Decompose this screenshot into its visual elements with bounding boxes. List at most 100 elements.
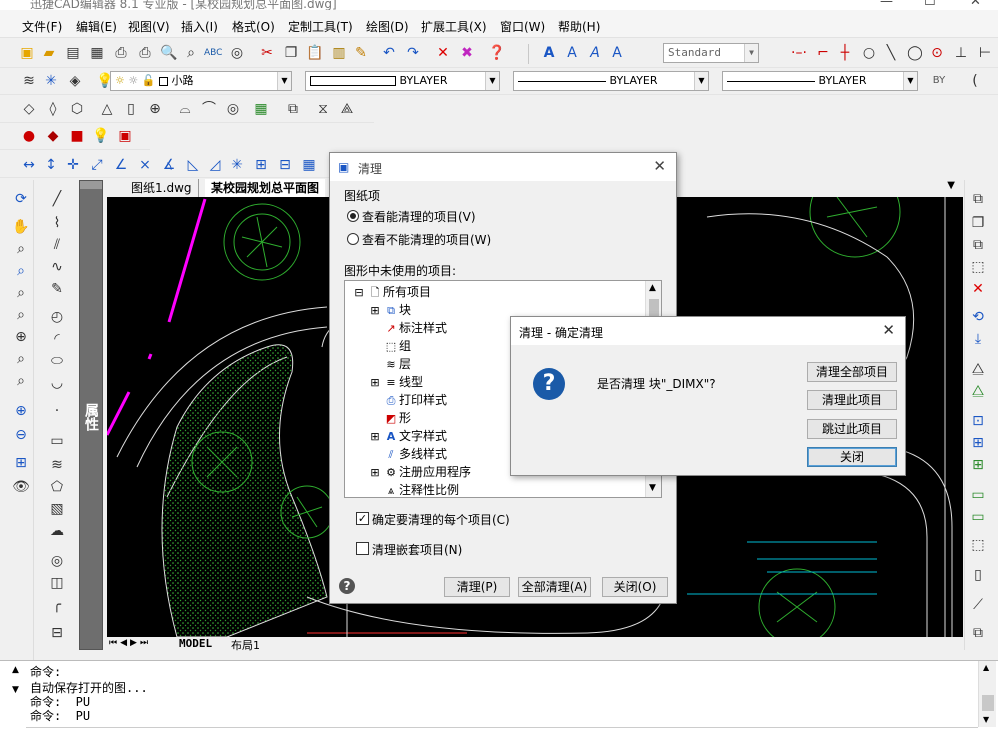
line-icon[interactable]: ·–·	[790, 44, 808, 62]
command-window[interactable]: ▲ ▼ 命令: 自动保存打开的图... 命令: PU 命令: PU ▲ ▼	[0, 660, 998, 741]
tab-drawing1[interactable]: 图纸1.dwg	[125, 179, 199, 197]
arc-icon[interactable]: (	[966, 72, 984, 90]
text-style-select[interactable]: Standard ▼	[663, 43, 759, 63]
mesh-icon[interactable]: ▦	[252, 100, 270, 118]
close-window-icon[interactable]: ✕	[970, 0, 981, 9]
view-eye-icon[interactable]: 👁	[12, 478, 30, 496]
confirm-close-icon[interactable]: ✕	[882, 321, 895, 339]
draw-rectangle-icon[interactable]: ▭	[48, 432, 66, 450]
save-icon[interactable]: ▤	[64, 44, 82, 62]
print-preview-icon[interactable]: 🔍	[160, 44, 178, 62]
purge-this-item-button[interactable]: 清理此项目	[807, 390, 897, 410]
dim-leader-icon[interactable]: ◺	[184, 156, 202, 174]
shade-icon[interactable]: ■	[68, 127, 86, 145]
modify-stretch-icon[interactable]: ⧋	[969, 360, 987, 378]
print-icon[interactable]: ⎙	[112, 44, 130, 62]
layer-select[interactable]: ☼ ☼ 🔓 小路 ▼	[110, 71, 292, 91]
confirm-each-checkbox[interactable]: ✓	[356, 512, 369, 525]
menu-format[interactable]: 格式(O)	[232, 18, 275, 35]
purge-all-button[interactable]: 全部清理(A)	[518, 577, 591, 597]
modify-explode-icon[interactable]: ⬚	[969, 536, 987, 554]
radio-can-purge[interactable]	[347, 210, 359, 222]
redo-icon[interactable]: ↷	[404, 44, 422, 62]
command-input[interactable]	[26, 727, 978, 741]
box-3d-icon[interactable]: ◇	[20, 100, 38, 118]
zoom-object-icon[interactable]: ⌕	[12, 350, 30, 368]
polyline-icon[interactable]: ⌐	[814, 44, 832, 62]
draw-revcloud-icon[interactable]: ☁	[48, 522, 66, 540]
tree-node-all[interactable]: ⊟ 🗋 所有项目	[351, 283, 431, 301]
zoom-out-icon[interactable]: ⊖	[12, 426, 30, 444]
command-collapse-icon[interactable]: ▲	[12, 665, 19, 675]
draw-helix-icon[interactable]: ≋	[48, 456, 66, 474]
spellcheck-icon[interactable]: ABC	[204, 44, 222, 62]
dim-radius-icon[interactable]: ◿	[206, 156, 224, 174]
modify-break-icon[interactable]: ⊞	[969, 456, 987, 474]
zoom-all-icon[interactable]: ⌕	[12, 372, 30, 390]
modify-extend-icon[interactable]: ⊞	[969, 434, 987, 452]
tree-node-mlinestyles[interactable]: ⫽ 多线样式	[383, 445, 447, 463]
purge-nested-label[interactable]: 清理嵌套项目(N)	[372, 541, 462, 558]
zoom-in-icon[interactable]: ⊕	[12, 402, 30, 420]
lineweight-select[interactable]: BYLAYER ▼	[722, 71, 918, 91]
more-draw-icon[interactable]: ⊢	[976, 44, 994, 62]
purge-all-items-button[interactable]: 清理全部项目	[807, 362, 897, 382]
modify-properties-icon[interactable]: ⧉	[969, 624, 987, 642]
zoom-center-icon[interactable]: ⊕	[12, 328, 30, 346]
cut-icon[interactable]: ✂	[258, 44, 276, 62]
tree-node-dimstyles[interactable]: ↗ 标注样式	[383, 319, 447, 337]
tab-campus-plan[interactable]: 某校园规划总平面图	[205, 179, 326, 197]
dim-style-icon[interactable]: ▦	[300, 156, 318, 174]
purge-button[interactable]: 清理(P)	[444, 577, 510, 597]
confirm-each-label[interactable]: 确定要清理的每个项目(C)	[372, 511, 510, 528]
union-icon[interactable]: ⧉	[284, 100, 302, 118]
dim-vertical-icon[interactable]: ↕	[42, 156, 60, 174]
tree-node-regapps[interactable]: ⊞ ⚙ 注册应用程序	[367, 463, 471, 481]
tree-node-groups[interactable]: ⬚ 组	[383, 337, 411, 355]
revolve-icon[interactable]: ⟁	[338, 100, 356, 118]
modify-erase-icon[interactable]: ⧉	[969, 190, 987, 208]
draw-fillet-icon[interactable]: ╭	[48, 596, 66, 614]
modify-trim-icon[interactable]: ⊡	[969, 412, 987, 430]
dim-linear-icon[interactable]: ↔	[20, 156, 38, 174]
purge-close-icon[interactable]: ✕	[653, 157, 666, 175]
torus-icon[interactable]: ◎	[224, 100, 242, 118]
purge-nested-checkbox[interactable]	[356, 542, 369, 555]
save-as-icon[interactable]: ▦	[88, 44, 106, 62]
modify-scale-icon[interactable]: ⤓	[969, 330, 987, 348]
draw-point-icon[interactable]: ·	[48, 402, 66, 420]
zoom-extents-icon[interactable]: ⊞	[12, 454, 30, 472]
light-icon[interactable]: 💡	[92, 127, 110, 145]
zoom-scale-icon[interactable]: ⌕	[12, 306, 30, 324]
sphere-icon[interactable]: ⊕	[146, 100, 164, 118]
draw-sketch-icon[interactable]: ✎	[48, 280, 66, 298]
dim-ordinate-icon[interactable]: ✛	[64, 156, 82, 174]
undo-icon[interactable]: ↶	[380, 44, 398, 62]
scene-icon[interactable]: ▣	[116, 127, 134, 145]
dim-center-icon[interactable]: ✳	[228, 156, 246, 174]
open-folder-icon[interactable]: ▰	[40, 44, 58, 62]
command-scrollbar[interactable]: ▲ ▼	[978, 661, 996, 727]
render-icon[interactable]: ●	[20, 127, 38, 145]
dim-edit-icon[interactable]: ⊟	[276, 156, 294, 174]
dim-aligned-icon[interactable]: ⤢	[88, 156, 106, 174]
menu-insert[interactable]: 插入(I)	[181, 18, 218, 35]
draw-multiline-icon[interactable]: ⫽	[48, 236, 66, 254]
text-style-icon[interactable]: A	[540, 44, 558, 62]
draw-polyline-icon[interactable]: ⌇	[48, 214, 66, 232]
print-setup-icon[interactable]: ⎙	[136, 44, 154, 62]
layout-nav-icon[interactable]: ⏮◀▶⏭	[109, 638, 151, 648]
purge-icon[interactable]: ✖	[458, 44, 476, 62]
paste-special-icon[interactable]: ▥	[330, 44, 348, 62]
dim-continue-icon[interactable]: ⨯	[136, 156, 154, 174]
dim-tolerance-icon[interactable]: ⊞	[252, 156, 270, 174]
dome-icon[interactable]: ⌒	[200, 100, 218, 118]
command-expand-icon[interactable]: ▼	[12, 685, 19, 695]
tree-node-linetypes[interactable]: ⊞ ≡ 线型	[367, 373, 423, 391]
tree-node-plotstyles[interactable]: ⎙ 打印样式	[383, 391, 447, 409]
maximize-icon[interactable]: ☐	[924, 0, 936, 9]
tree-node-shapes[interactable]: ◩ 形	[383, 409, 411, 427]
draw-wipeout-icon[interactable]: ◫	[48, 574, 66, 592]
modify-mirror-icon[interactable]: ⧉	[969, 236, 987, 254]
cylinder-icon[interactable]: ▯	[122, 100, 140, 118]
